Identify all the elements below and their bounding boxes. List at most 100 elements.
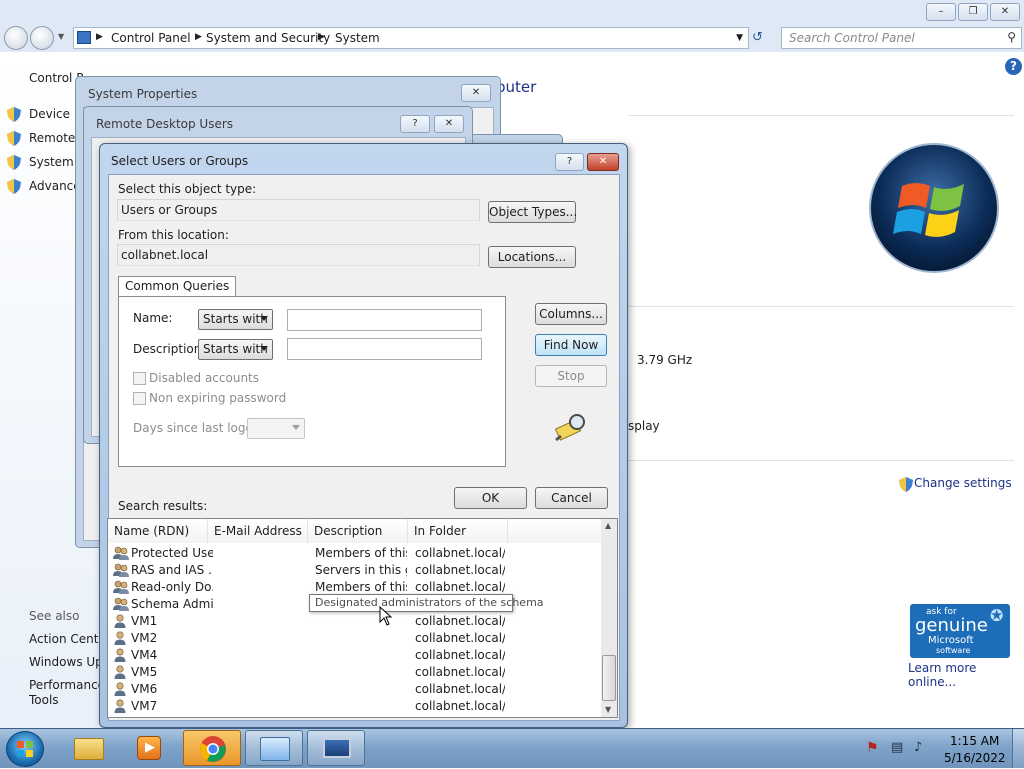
close-icon[interactable]: ✕ [587,153,619,171]
taskbar-media-player-button[interactable]: ▶ [121,730,179,766]
object-types-button[interactable]: Object Types... [488,201,577,223]
user-icon [114,699,126,713]
search-results-list[interactable]: Name (RDN) E-Mail Address Description In… [107,518,618,718]
mouse-cursor-icon [379,606,393,626]
close-icon[interactable]: ✕ [434,115,464,133]
search-icon[interactable]: ⚲ [1007,30,1016,44]
locations-button[interactable]: Locations... [488,246,576,268]
restore-icon[interactable]: ❐ [958,3,988,21]
performance-tools-link[interactable]: Performance [29,678,105,692]
help-label: ? [566,156,573,167]
show-desktop-button[interactable] [1012,729,1024,768]
help-label: ? [412,118,418,129]
name-label: Name: [133,311,173,325]
name-match-select[interactable]: Starts with [198,309,273,330]
column-header-name[interactable]: Name (RDN) [108,519,208,543]
scrollbar-thumb[interactable] [602,655,616,701]
disabled-accounts-checkbox[interactable] [133,372,146,385]
recent-pages-icon[interactable]: ▼ [58,32,64,41]
tab-common-queries[interactable]: Common Queries [118,276,237,297]
start-button[interactable] [6,731,44,767]
action-center-link[interactable]: Action Cente [29,632,106,646]
taskbar-chrome-button[interactable] [183,730,241,766]
taskbar-control-panel-button[interactable] [245,730,303,766]
chrome-icon [200,736,226,762]
monitor-icon [323,738,351,758]
windows-logo [869,143,999,273]
back-icon[interactable] [4,26,28,50]
breadcrumb-control-panel[interactable]: Control Panel [111,31,191,45]
table-row[interactable]: VM4 collabnet.local/... [108,647,602,664]
scroll-down-icon[interactable]: ▼ [605,705,611,714]
cell-name: VM7 [131,699,158,713]
cell-folder: collabnet.local/... [415,665,505,679]
close-icon[interactable]: ✕ [461,84,491,102]
clock-date[interactable]: 5/16/2022 [944,751,1006,765]
table-row[interactable]: VM1 collabnet.local/... [108,613,602,630]
cell-folder: collabnet.local/... [415,648,505,662]
description-tooltip: Designated administrators of the schema [309,594,544,612]
clock-time[interactable]: 1:15 AM [950,734,999,748]
table-row[interactable]: VM6 collabnet.local/... [108,681,602,698]
days-since-logon-select[interactable] [247,418,305,439]
cell-folder: collabnet.local/... [415,631,505,645]
help-button[interactable]: ? [400,115,430,133]
column-header-folder[interactable]: In Folder [408,519,508,543]
column-header-email[interactable]: E-Mail Address [208,519,308,543]
stop-button[interactable]: Stop [535,365,607,387]
table-row[interactable]: VM2 collabnet.local/... [108,630,602,647]
non-expiring-password-checkbox[interactable] [133,392,146,405]
description-match-select[interactable]: Starts with [198,339,273,360]
results-scrollbar[interactable]: ▲ ▼ [601,519,617,717]
breadcrumb-system-security[interactable]: System and Security [206,31,330,45]
genuine-line3: Microsoft [928,635,974,646]
ok-button[interactable]: OK [454,487,527,509]
search-input[interactable]: Search Control Panel ⚲ [781,27,1022,49]
table-row[interactable]: VM5 collabnet.local/... [108,664,602,681]
learn-more-link[interactable]: Learn more online... [908,661,1024,689]
address-bar[interactable]: ▶ Control Panel ▶ System and Security ▶ … [73,27,749,49]
refresh-icon[interactable]: ↺ [752,30,763,45]
select-users-title: Select Users or Groups [111,154,249,168]
table-row[interactable]: Protected Users Members of this ... collab… [108,545,602,562]
performance-tools-link-line2[interactable]: Tools [29,693,59,707]
scroll-up-icon[interactable]: ▲ [605,521,611,530]
name-input[interactable] [287,309,482,331]
taskbar-explorer-button[interactable] [60,730,118,766]
table-row[interactable]: VM7 collabnet.local/... [108,698,602,715]
control-panel-icon [77,31,91,44]
object-type-field: Users or Groups [117,199,480,221]
table-row[interactable]: RAS and IAS ... Servers in this gr... coll… [108,562,602,579]
cell-folder: collabnet.local/... [415,682,505,696]
cell-folder: collabnet.local/... [415,699,505,713]
divider [628,115,1014,116]
media-player-icon: ▶ [137,736,161,760]
cell-description: Members of this ... [315,546,407,560]
help-button[interactable]: ? [555,153,584,171]
forward-icon[interactable] [30,26,54,50]
address-dropdown-icon[interactable]: ▼ [736,33,743,43]
cell-name: Read-only Do... [131,580,213,594]
minimize-icon[interactable]: – [926,3,956,21]
columns-button[interactable]: Columns... [535,303,607,325]
description-input[interactable] [287,338,482,360]
taskbar-remote-desktop-button[interactable] [307,730,365,766]
advanced-settings-link[interactable]: Advance [29,179,81,193]
change-settings-link[interactable]: Change settings [914,476,1012,490]
disabled-accounts-label: Disabled accounts [149,371,260,385]
column-header-description[interactable]: Description [308,519,408,543]
help-icon[interactable]: ? [1005,58,1022,75]
star-icon: ✪ [990,606,1004,625]
days-since-logon-label: Days since last logon: [133,421,265,435]
column-header-empty [508,519,602,543]
volume-icon[interactable]: ♪ [914,740,922,755]
cancel-button[interactable]: Cancel [535,487,608,509]
breadcrumb-system[interactable]: System [335,31,380,45]
genuine-microsoft-badge[interactable]: ask for genuine Microsoft software ✪ [910,604,1010,658]
search-placeholder: Search Control Panel [789,31,915,45]
action-center-flag-icon[interactable]: ⚑ [866,740,879,756]
network-icon[interactable]: ▤ [891,740,903,755]
close-icon[interactable]: ✕ [990,3,1020,21]
find-now-button[interactable]: Find Now [535,334,607,356]
remote-desktop-users-title: Remote Desktop Users [96,117,234,131]
